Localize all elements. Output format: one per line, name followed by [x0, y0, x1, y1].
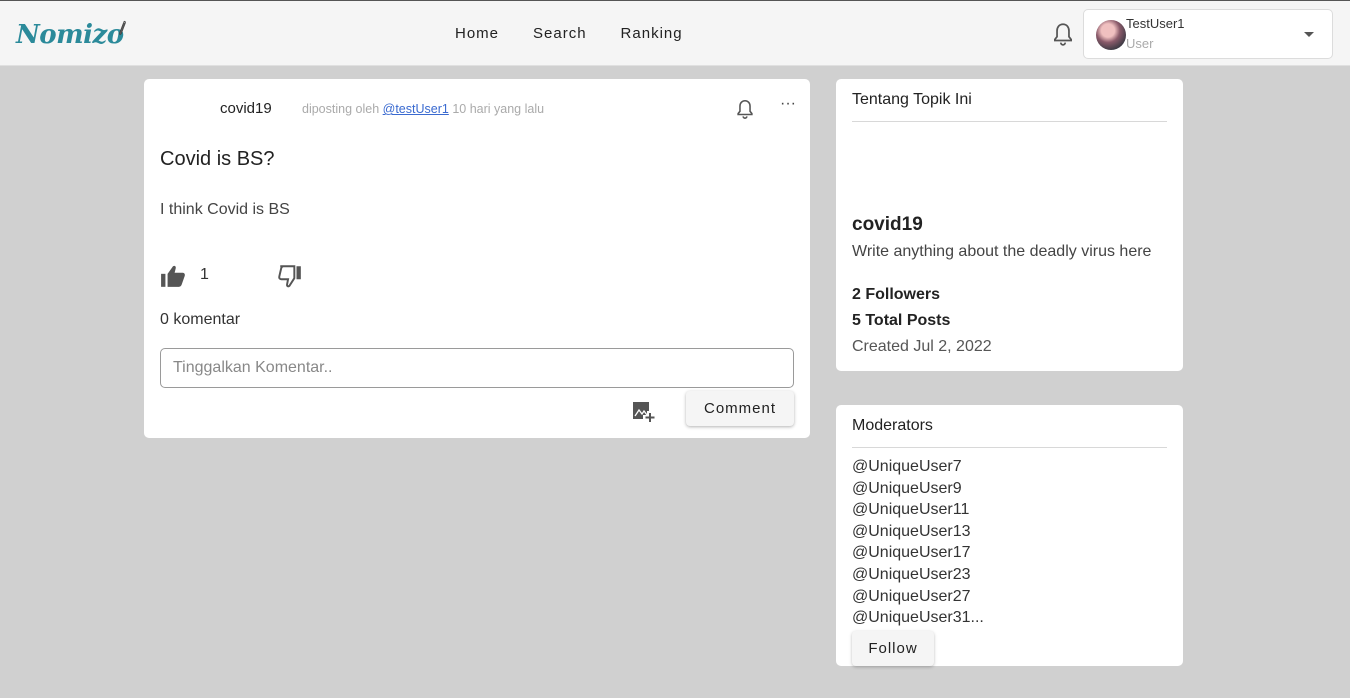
post-topic[interactable]: covid19: [220, 100, 272, 117]
post-meta-prefix: diposting oleh: [302, 102, 380, 116]
moderator-item[interactable]: @UniqueUser13: [852, 521, 984, 543]
top-navbar: Nomizo Home Search Ranking TestUser1 Use…: [0, 1, 1350, 66]
post-title: Covid is BS?: [160, 148, 275, 170]
topic-total-posts: 5 Total Posts: [852, 312, 951, 329]
thumb-up-icon[interactable]: [160, 263, 186, 289]
comment-input[interactable]: [160, 348, 794, 388]
moderator-item[interactable]: @UniqueUser17: [852, 542, 984, 564]
about-topic-card: Tentang Topik Ini covid19 Write anything…: [836, 79, 1183, 371]
nav-search[interactable]: Search: [516, 17, 604, 50]
avatar: [1096, 20, 1126, 50]
about-header: Tentang Topik Ini: [852, 91, 972, 108]
nav-ranking[interactable]: Ranking: [604, 17, 700, 50]
thumb-down-icon[interactable]: [277, 263, 303, 289]
follow-button[interactable]: Follow: [852, 631, 934, 666]
brand-logo[interactable]: Nomizo: [16, 15, 126, 55]
bell-icon[interactable]: [734, 98, 756, 120]
post-meta: diposting oleh @testUser1 10 hari yang l…: [302, 102, 544, 116]
post-card: covid19 diposting oleh @testUser1 10 har…: [144, 79, 810, 438]
post-author-link[interactable]: @testUser1: [383, 102, 449, 116]
user-menu[interactable]: TestUser1 User: [1083, 9, 1333, 59]
moderator-item[interactable]: @UniqueUser11: [852, 499, 984, 521]
comment-count: 0 komentar: [160, 311, 241, 328]
user-name: TestUser1: [1126, 16, 1185, 31]
chevron-down-icon: [1304, 32, 1314, 37]
moderator-item[interactable]: @UniqueUser9: [852, 478, 984, 500]
post-body: I think Covid is BS: [160, 201, 290, 218]
more-options-icon[interactable]: ···: [780, 95, 796, 113]
moderator-item[interactable]: @UniqueUser7: [852, 456, 984, 478]
main-nav: Home Search Ranking: [438, 1, 700, 66]
logo-text: Nomizo: [16, 20, 124, 50]
topic-name: covid19: [852, 214, 923, 235]
moderators-card: Moderators @UniqueUser7 @UniqueUser9 @Un…: [836, 405, 1183, 666]
comment-button[interactable]: Comment: [686, 391, 794, 426]
bell-icon[interactable]: [1050, 21, 1076, 47]
moderator-item[interactable]: @UniqueUser27: [852, 586, 984, 608]
topic-description: Write anything about the deadly virus he…: [852, 243, 1152, 260]
post-time: 10 hari yang lalu: [452, 102, 545, 116]
moderator-item[interactable]: @UniqueUser23: [852, 564, 984, 586]
like-count: 1: [200, 266, 209, 283]
divider: [852, 121, 1167, 122]
moderators-header: Moderators: [852, 417, 933, 434]
topic-created: Created Jul 2, 2022: [852, 338, 992, 355]
pencil-icon: [118, 20, 126, 36]
topic-followers: 2 Followers: [852, 286, 941, 303]
user-role: User: [1126, 36, 1154, 51]
moderator-item[interactable]: @UniqueUser31...: [852, 607, 984, 629]
moderator-list: @UniqueUser7 @UniqueUser9 @UniqueUser11 …: [852, 456, 984, 629]
nav-home[interactable]: Home: [438, 17, 516, 50]
image-add-icon[interactable]: [631, 399, 655, 423]
divider: [852, 447, 1167, 448]
